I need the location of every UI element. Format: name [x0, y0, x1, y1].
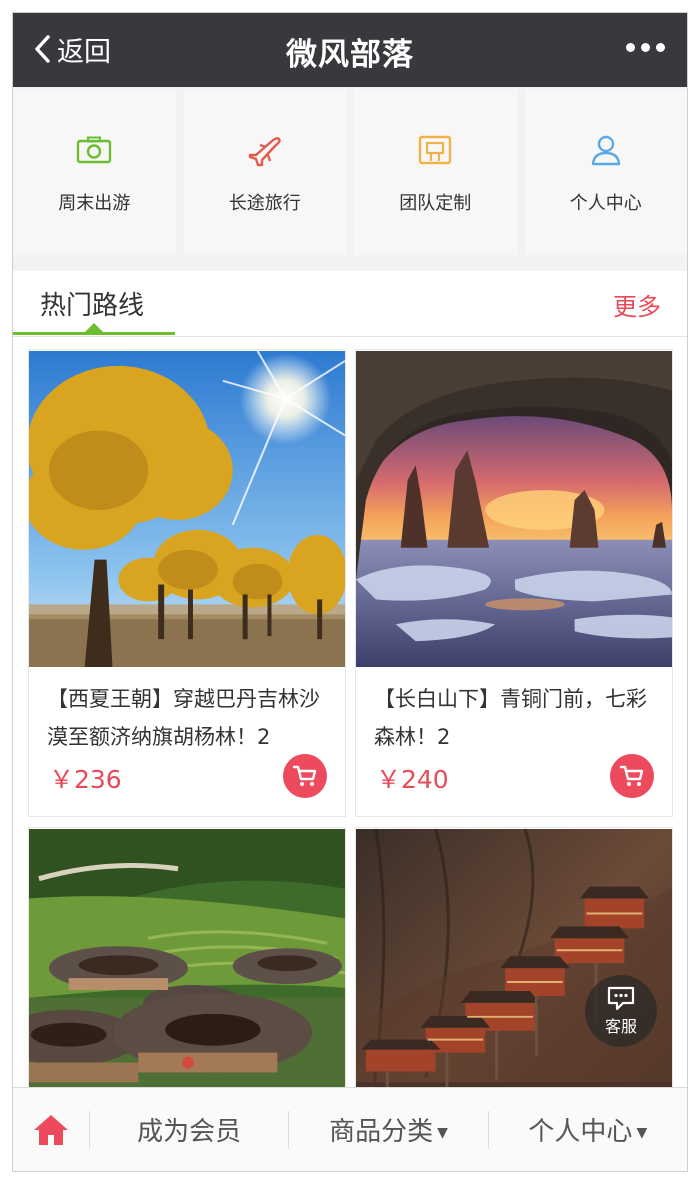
customer-service-button[interactable]: 客服: [585, 975, 657, 1047]
chat-bubble-icon: [607, 986, 635, 1011]
camera-icon: [76, 133, 112, 167]
airplane-icon: [246, 133, 284, 167]
customer-service-label: 客服: [604, 1017, 637, 1036]
product-grid: 【西夏王朝】穿越巴丹吉林沙漠至额济纳旗胡杨林！2 ￥236 【长白山下】青铜门前…: [13, 337, 687, 1087]
app-header: 返回 微风部落: [13, 13, 687, 87]
caret-down-icon: ▼: [437, 1124, 448, 1141]
category-team-custom[interactable]: 团队定制: [354, 89, 517, 255]
add-to-cart-button[interactable]: [283, 754, 327, 798]
category-grid: 周末出游 长途旅行 团队定制 个人中心: [13, 89, 687, 255]
personal-center-menu[interactable]: 个人中心 ▼: [489, 1111, 687, 1148]
become-member-label: 成为会员: [137, 1117, 242, 1147]
tab-indicator-caret: [85, 323, 103, 332]
product-card[interactable]: 【长白山下】青铜门前，七彩森林！2 ￥240: [355, 349, 673, 817]
more-link[interactable]: 更多: [613, 287, 661, 322]
category-label: 个人中心: [569, 193, 642, 214]
product-card[interactable]: [28, 827, 346, 1087]
ticket-icon: [418, 133, 452, 167]
more-menu-icon[interactable]: [626, 43, 665, 52]
home-button[interactable]: [13, 1113, 89, 1147]
sea-cave-image: [356, 351, 672, 667]
home-icon: [34, 1114, 68, 1145]
product-name: 【长白山下】青铜门前，七彩森林！2: [374, 687, 647, 749]
bottom-nav: 成为会员 商品分类 ▼ 个人中心 ▼: [13, 1087, 687, 1171]
tulou-image: [29, 829, 345, 1087]
category-personal-center[interactable]: 个人中心: [524, 89, 687, 255]
category-long-trip[interactable]: 长途旅行: [183, 89, 346, 255]
tab-indicator-underline: [13, 332, 175, 335]
desert-poplar-image: [29, 350, 345, 667]
caret-down-icon: ▼: [636, 1124, 648, 1141]
category-weekend-trip[interactable]: 周末出游: [13, 89, 176, 255]
hanging-temple-image: [356, 828, 672, 1087]
hot-routes-section-header: 热门路线 更多: [13, 271, 687, 337]
user-icon: [590, 133, 622, 167]
product-category-label: 商品分类: [329, 1117, 434, 1147]
product-card[interactable]: 【西夏王朝】穿越巴丹吉林沙漠至额济纳旗胡杨林！2 ￥236: [28, 349, 346, 817]
cart-icon: [292, 765, 317, 786]
product-category-menu[interactable]: 商品分类 ▼: [289, 1111, 487, 1148]
product-price: ￥240: [376, 765, 449, 794]
section-title: 热门路线: [40, 291, 145, 321]
personal-center-label: 个人中心: [528, 1117, 633, 1147]
become-member-button[interactable]: 成为会员: [90, 1111, 288, 1148]
add-to-cart-button[interactable]: [610, 754, 654, 798]
product-name: 【西夏王朝】穿越巴丹吉林沙漠至额济纳旗胡杨林！2: [47, 687, 320, 749]
category-label: 团队定制: [399, 193, 472, 214]
product-price: ￥236: [49, 765, 122, 794]
product-card[interactable]: [355, 827, 673, 1087]
phone-frame: 返回 微风部落 周末出游 长途旅行 团队定制 个人中心 热门路线 更多 【西夏王…: [12, 12, 688, 1172]
category-label: 长途旅行: [228, 193, 301, 214]
cart-icon: [619, 765, 644, 786]
category-label: 周末出游: [58, 193, 131, 214]
page-title: 微风部落: [286, 37, 414, 73]
